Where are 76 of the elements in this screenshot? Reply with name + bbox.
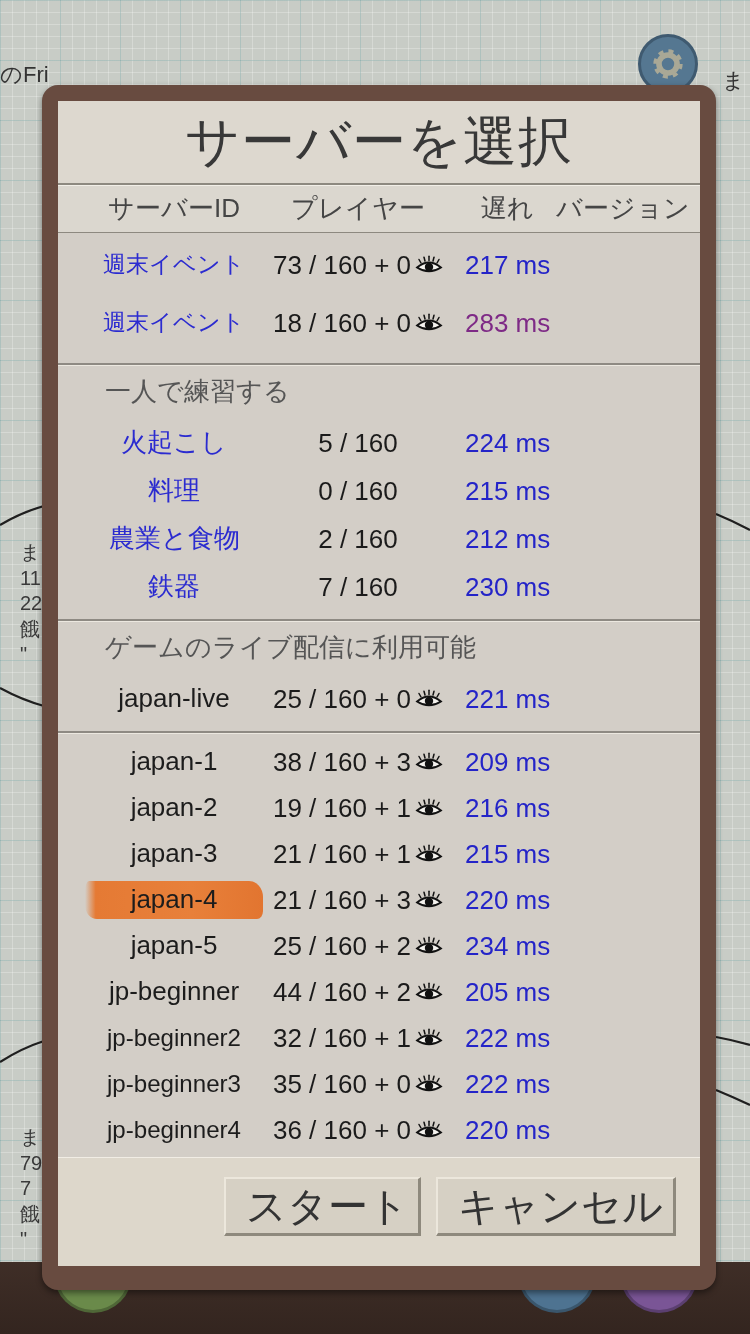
server-name[interactable]: jp-beginner4 [101,1112,247,1148]
player-count: 36 / 160 + 0 [272,1114,412,1146]
player-count: 32 / 160 + 1 [272,1022,412,1054]
ping-time: 212 ms [465,523,551,555]
server-name[interactable]: jp-beginner [102,973,246,1011]
server-name[interactable]: japan-3 [124,835,224,873]
player-count: 73 / 160 + 0 [272,249,412,281]
note-text: 79 [20,1150,43,1176]
player-count: 38 / 160 + 3 [272,746,412,778]
server-name[interactable]: japan-2 [124,789,224,827]
server-name[interactable]: jp-beginner3 [101,1066,247,1102]
note-text: ま [20,540,41,565]
note-text: ま [20,1125,41,1150]
player-count: 2 / 160 [318,523,398,555]
ping-time: 224 ms [465,427,551,459]
oval-outline [715,513,750,531]
column-header: プレイヤー [291,192,425,225]
server-name[interactable]: 火起こし [115,424,233,462]
server-name[interactable]: japan-1 [124,743,224,781]
server-name[interactable]: 鉄器 [142,568,206,606]
server-name[interactable]: 週末イベント [97,248,251,282]
ping-time: 205 ms [465,976,551,1008]
player-count: 21 / 160 + 3 [272,884,412,916]
ping-time: 221 ms [465,683,551,715]
column-header: バージョン [556,192,690,225]
server-name[interactable]: japan-4 [84,881,264,919]
player-count: 7 / 160 [318,571,398,603]
note-text: 22 [20,591,43,616]
ping-time: 220 ms [465,1114,551,1146]
ping-time: 222 ms [465,1022,551,1054]
ping-time: 216 ms [465,792,551,824]
background-text: ま [722,68,745,94]
server-name[interactable]: 料理 [142,472,206,510]
section-heading: 一人で練習する [105,374,290,408]
ping-time: 230 ms [465,571,551,603]
settings-icon [653,49,683,79]
ping-time: 215 ms [465,838,551,870]
ping-time: 217 ms [465,249,551,281]
ping-time: 220 ms [465,884,551,916]
player-count: 21 / 160 + 1 [272,838,412,870]
cancel-button[interactable]: キャンセル [436,1177,676,1236]
ping-time: 215 ms [465,475,551,507]
player-count: 25 / 160 + 2 [272,930,412,962]
dialog-title: サーバーを選択 [185,109,573,173]
ping-time: 209 ms [465,746,551,778]
section-heading: ゲームのライブ配信に利用可能 [105,630,476,664]
column-header: サーバーID [108,192,240,225]
column-header: 遅れ [481,192,534,225]
start-button[interactable]: スタート [224,1177,421,1236]
background-text: のFri [0,62,49,88]
server-name[interactable]: 週末イベント [97,306,251,340]
player-count: 18 / 160 + 0 [272,307,412,339]
oval-outline [0,687,45,708]
player-count: 44 / 160 + 2 [272,976,412,1008]
server-name[interactable]: japan-5 [124,927,224,965]
player-count: 25 / 160 + 0 [272,683,412,715]
ping-time: 283 ms [465,307,551,339]
oval-outline [0,504,45,526]
player-count: 0 / 160 [318,475,398,507]
oval-outline [715,1035,750,1047]
player-count: 35 / 160 + 0 [272,1068,412,1100]
ping-time: 222 ms [465,1068,551,1100]
note-text: 餓 [20,616,41,642]
note-text: " [20,1227,29,1252]
note-text: " [20,642,29,667]
server-name[interactable]: japan-live [112,680,236,718]
note-text: 7 [20,1176,33,1201]
ping-time: 234 ms [465,930,551,962]
server-name[interactable]: 農業と食物 [102,520,246,558]
oval-outline [0,1039,45,1063]
server-name[interactable]: jp-beginner2 [101,1020,247,1056]
note-text: 11 [20,565,42,591]
oval-outline [715,1089,750,1106]
note-text: 餓 [20,1201,41,1227]
player-count: 19 / 160 + 1 [272,792,412,824]
player-count: 5 / 160 [318,427,398,459]
